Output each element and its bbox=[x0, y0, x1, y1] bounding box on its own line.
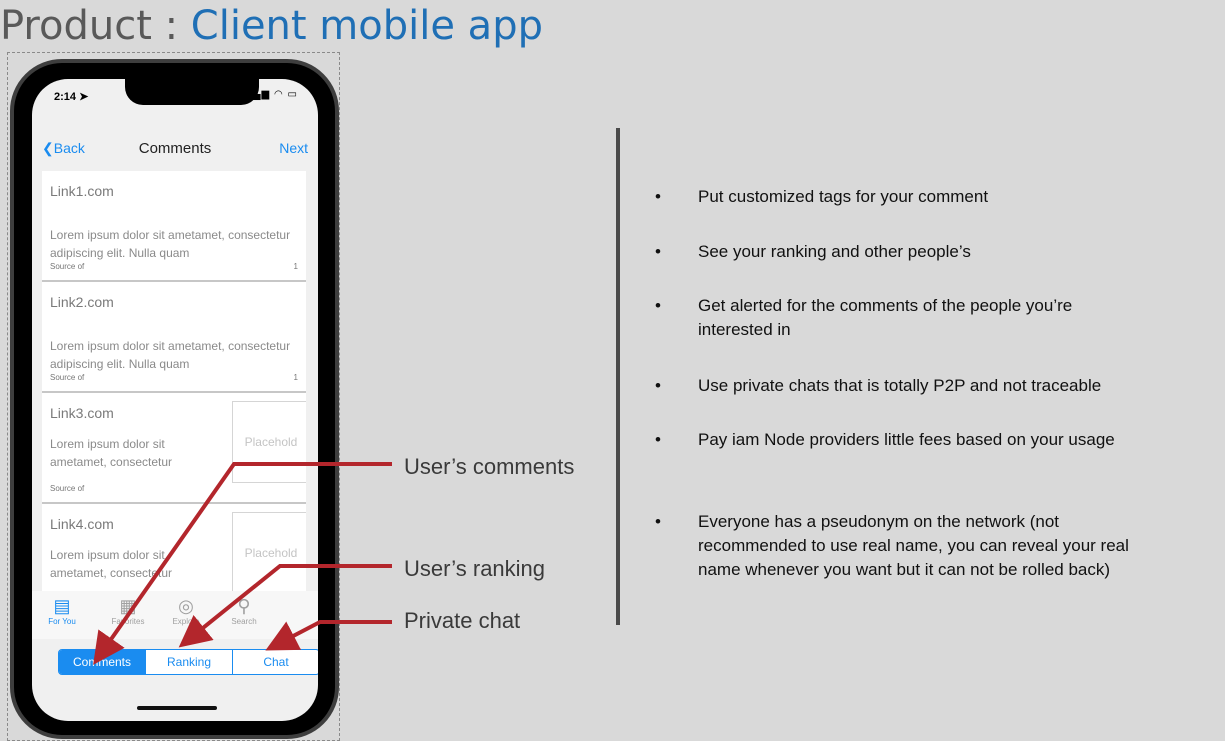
arrow-chat bbox=[265, 620, 392, 651]
label-users-ranking: User’s ranking bbox=[404, 556, 546, 581]
bullet-dot: • bbox=[655, 376, 661, 395]
arrow-comments bbox=[93, 462, 392, 665]
label-private-chat: Private chat bbox=[404, 608, 521, 633]
annotation-arrows bbox=[93, 462, 392, 665]
bullet-dot: • bbox=[655, 430, 661, 449]
label-users-comments: User’s comments bbox=[404, 454, 575, 479]
bullet-dot: • bbox=[655, 296, 661, 315]
vertical-divider bbox=[616, 128, 620, 625]
arrow-ranking bbox=[178, 564, 392, 648]
bullet-dot: • bbox=[655, 242, 661, 261]
bullet-dot: • bbox=[655, 512, 661, 531]
bullet-dot: • bbox=[655, 187, 661, 206]
